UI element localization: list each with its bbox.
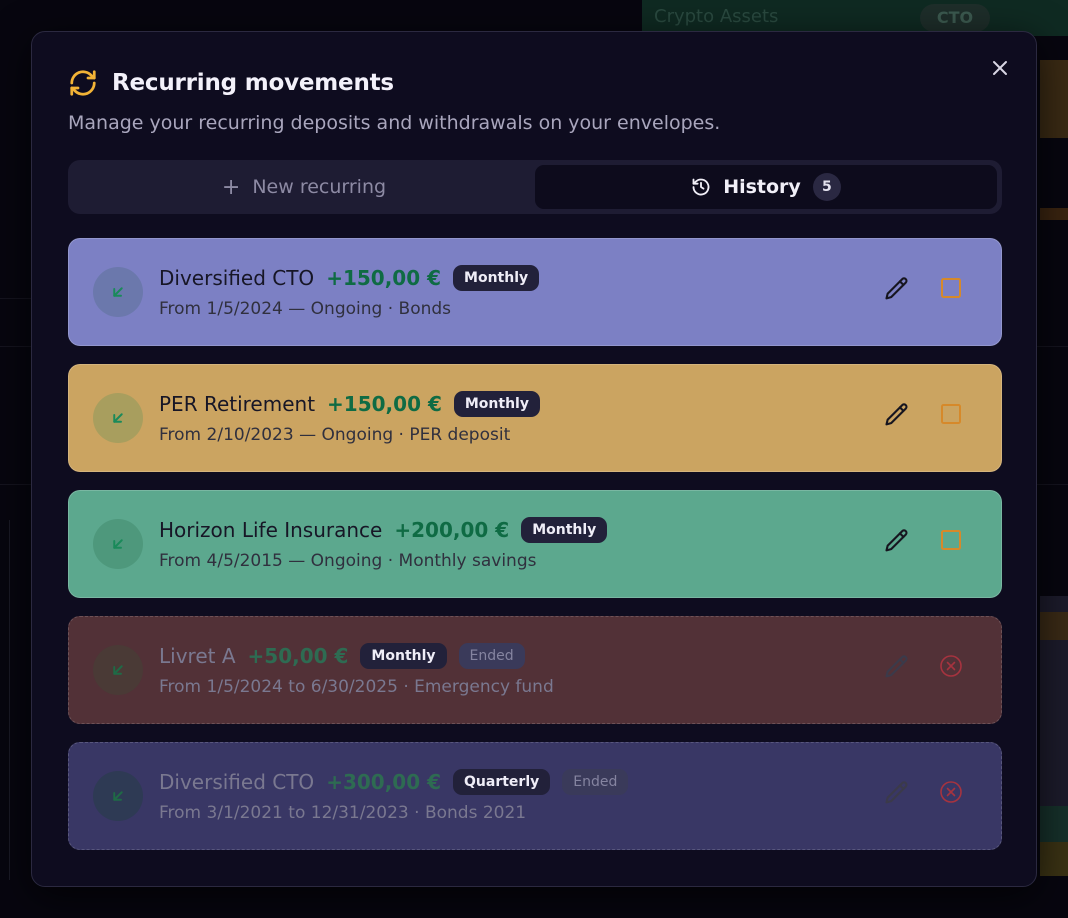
bg-chart-bar [1040,596,1068,876]
movement-amount: +150,00 € [327,392,442,416]
movement-card: Diversified CTO +300,00 € Quarterly Ende… [68,742,1002,850]
pencil-icon [885,655,908,678]
frequency-badge: Monthly [453,391,540,417]
bg-divider [1037,346,1068,347]
tab-new-recurring[interactable]: + New recurring [73,165,535,209]
movement-title-row: Horizon Life Insurance +200,00 € Monthly [159,517,608,543]
movement-title-row: Diversified CTO +300,00 € Quarterly Ende… [159,769,629,795]
movement-detail: From 3/1/2021 to 12/31/2023 · Bonds 2021 [159,803,527,823]
movement-card: Diversified CTO +150,00 € Monthly From 1… [68,238,1002,346]
edit-button[interactable] [883,779,911,807]
movement-card: Horizon Life Insurance +200,00 € Monthly… [68,490,1002,598]
dialog-header: Recurring movements [68,68,394,98]
movement-amount: +150,00 € [326,266,442,290]
bg-strip [1040,208,1068,220]
frequency-badge: Monthly [521,517,608,543]
history-icon [691,177,711,197]
pencil-icon [885,277,908,300]
movement-detail: From 1/5/2024 — Ongoing · Bonds [159,299,452,319]
bg-divider [0,484,31,485]
dialog-subtitle: Manage your recurring deposits and withd… [68,112,721,134]
movement-detail: From 2/10/2023 — Ongoing · PER deposit [159,425,511,445]
bg-crypto-label: Crypto Assets [654,6,779,27]
bg-divider [1037,484,1068,485]
tab-history[interactable]: History 5 [535,165,997,209]
toggle-button[interactable] [939,528,963,552]
deposit-arrow-icon [93,393,143,443]
movement-name: Horizon Life Insurance [159,518,383,542]
refresh-icon [68,68,98,98]
history-count-badge: 5 [812,173,841,201]
movement-detail: From 1/5/2024 to 6/30/2025 · Emergency f… [159,677,554,697]
tab-label: History [723,176,801,198]
movement-amount: +50,00 € [247,644,349,668]
deposit-arrow-icon [93,519,143,569]
close-button[interactable] [988,56,1012,80]
movement-title-row: PER Retirement +150,00 € Monthly [159,391,540,417]
status-badge: Ended [562,769,629,795]
frequency-badge: Monthly [453,265,540,291]
pencil-icon [885,529,908,552]
bg-strip [1040,60,1068,138]
toggle-button[interactable] [939,654,963,678]
movement-name: Diversified CTO [159,266,315,290]
pause-square-icon [941,278,961,298]
movement-card: PER Retirement +150,00 € Monthly From 2/… [68,364,1002,472]
tab-bar: + New recurring History 5 [68,160,1002,214]
pause-square-icon [941,404,961,424]
edit-button[interactable] [883,401,911,429]
toggle-button[interactable] [939,780,963,804]
toggle-button[interactable] [939,402,963,426]
bg-chart-x-axis [0,890,1068,918]
cancel-circle-icon [940,781,962,803]
edit-button[interactable] [883,275,911,303]
deposit-arrow-icon [93,645,143,695]
close-icon [993,61,1007,75]
movement-list: Diversified CTO +150,00 € Monthly From 1… [68,238,1002,868]
movement-amount: +200,00 € [394,518,510,542]
tab-label: New recurring [252,176,387,198]
dialog-title: Recurring movements [112,70,394,96]
deposit-arrow-icon [93,771,143,821]
bg-divider [0,298,31,299]
movement-name: PER Retirement [159,392,316,416]
edit-button[interactable] [883,527,911,555]
pause-square-icon [941,530,961,550]
movement-detail: From 4/5/2015 — Ongoing · Monthly saving… [159,551,537,571]
recurring-movements-dialog: Recurring movements Manage your recurrin… [31,31,1037,887]
frequency-badge: Quarterly [453,769,551,795]
bg-chart-axis [0,520,10,880]
plus-icon: + [221,174,241,200]
pencil-icon [885,781,908,804]
frequency-badge: Monthly [360,643,447,669]
toggle-button[interactable] [939,276,963,300]
movement-amount: +300,00 € [326,770,442,794]
status-badge: Ended [458,643,525,669]
edit-button[interactable] [883,653,911,681]
bg-cto-tag: CTO [920,4,990,32]
movement-title-row: Diversified CTO +150,00 € Monthly [159,265,540,291]
movement-card: Livret A +50,00 € Monthly Ended From 1/5… [68,616,1002,724]
bg-divider [0,346,31,347]
movement-name: Livret A [159,644,236,668]
movement-name: Diversified CTO [159,770,315,794]
pencil-icon [885,403,908,426]
movement-title-row: Livret A +50,00 € Monthly Ended [159,643,525,669]
deposit-arrow-icon [93,267,143,317]
cancel-circle-icon [940,655,962,677]
